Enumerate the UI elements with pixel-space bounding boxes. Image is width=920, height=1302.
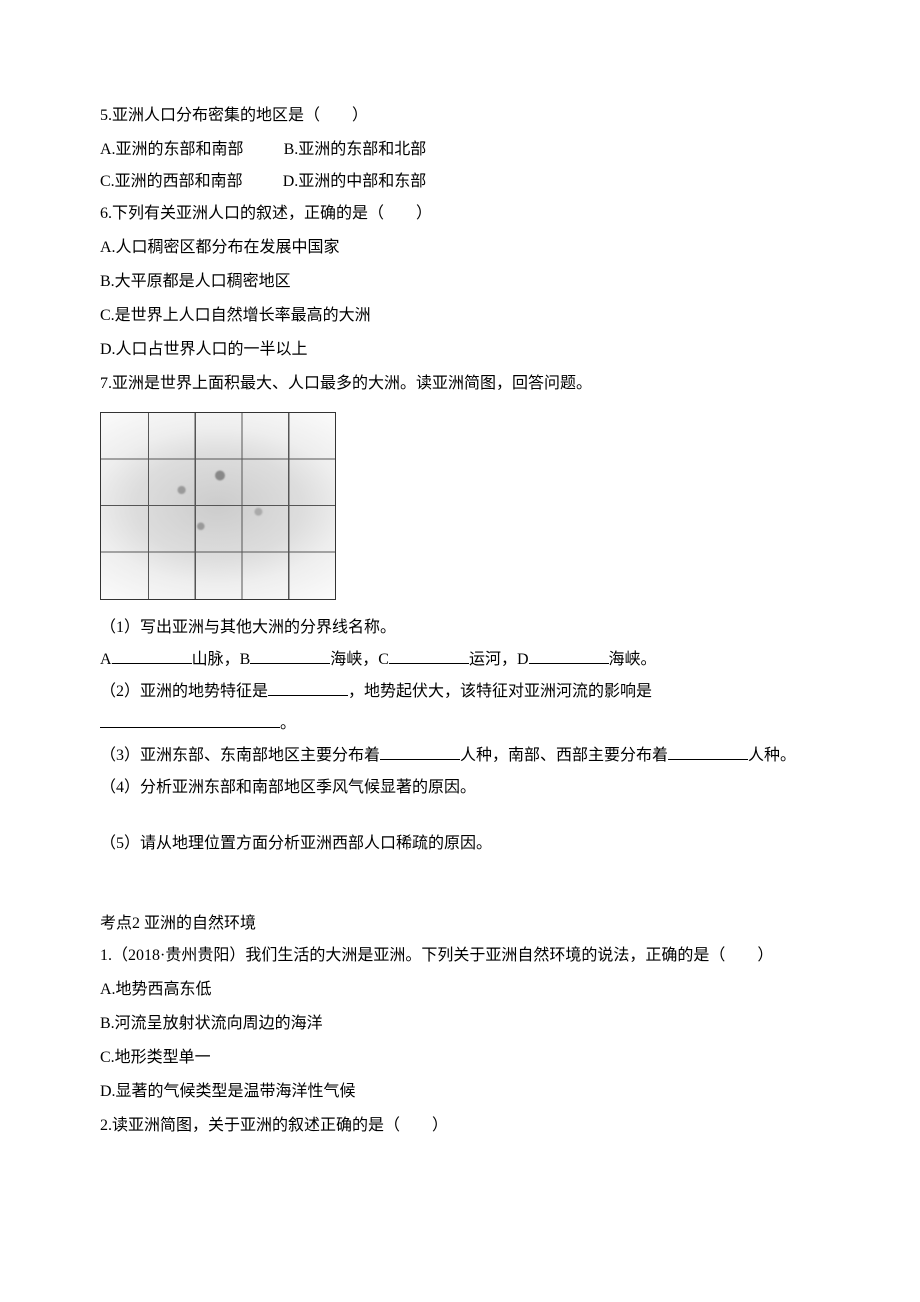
q7-sub2-post: 。 [280,715,296,732]
q7-sub1-a-pre: A [100,651,112,668]
q5-stem: 5.亚洲人口分布密集的地区是（ ） [100,100,820,132]
s2q1-stem: 1.（2018·贵州贵阳）我们生活的大洲是亚洲。下列关于亚洲自然环境的说法，正确… [100,940,820,972]
q7-sub1-intro: （1）写出亚洲与其他大洲的分界线名称。 [100,612,820,644]
section2-title: 考点2 亚洲的自然环境 [100,908,820,940]
q7-sub2-pre: （2）亚洲的地势特征是 [100,683,268,700]
q6-option-d: D.人口占世界人口的一半以上 [100,334,820,366]
blank-race2 [668,741,748,760]
q6-stem: 6.下列有关亚洲人口的叙述，正确的是（ ） [100,198,820,230]
q7-sub5: （5）请从地理位置方面分析亚洲西部人口稀疏的原因。 [100,828,820,860]
q7-sub2-mid: ，地势起伏大，该特征对亚洲河流的影响是 [348,683,652,700]
q7-sub3-pre: （3）亚洲东部、东南部地区主要分布着 [100,747,380,764]
q7-sub4: （4）分析亚洲东部和南部地区季风气候显著的原因。 [100,772,820,804]
q7-sub1-line: A 山脉，B 海峡，C 运河，D 海峡。 [100,644,820,676]
q5-options-row1: A.亚洲的东部和南部 B.亚洲的东部和北部 [100,134,820,166]
s2q1-option-d: D.显著的气候类型是温带海洋性气候 [100,1076,820,1108]
q5-option-a: A.亚洲的东部和南部 [100,134,244,166]
blank-terrain [268,677,348,696]
q5-options-row2: C.亚洲的西部和南部 D.亚洲的中部和东部 [100,166,820,198]
q5-option-d: D.亚洲的中部和东部 [283,166,427,198]
q7-sub1-d-post: 海峡。 [609,651,657,668]
q7-sub2-line: （2）亚洲的地势特征是 ，地势起伏大，该特征对亚洲河流的影响是。 [100,676,820,740]
blank-race1 [380,741,460,760]
q5-option-c: C.亚洲的西部和南部 [100,166,243,198]
blank-c [389,645,469,664]
q7-sub1-b-post: 海峡，C [330,651,389,668]
q7-sub1-a-post: 山脉，B [192,651,251,668]
asia-map-image [100,412,336,600]
q7-stem: 7.亚洲是世界上面积最大、人口最多的大洲。读亚洲简图，回答问题。 [100,368,820,400]
q5-option-b: B.亚洲的东部和北部 [284,134,427,166]
q6-option-c: C.是世界上人口自然增长率最高的大洲 [100,300,820,332]
s2q1-option-b: B.河流呈放射状流向周边的海洋 [100,1008,820,1040]
blank-river-effect [100,709,280,728]
s2q1-option-a: A.地势西高东低 [100,974,820,1006]
q7-sub3-mid: 人种，南部、西部主要分布着 [460,747,668,764]
blank-a [112,645,192,664]
answer-space-4 [100,804,820,828]
q7-sub3-post: 人种。 [748,747,796,764]
s2q2-stem: 2.读亚洲简图，关于亚洲的叙述正确的是（ ） [100,1110,820,1142]
q6-option-b: B.大平原都是人口稠密地区 [100,266,820,298]
q7-sub3-line: （3）亚洲东部、东南部地区主要分布着 人种，南部、西部主要分布着 人种。 [100,740,820,772]
answer-space-5 [100,860,820,884]
blank-d [529,645,609,664]
s2q1-option-c: C.地形类型单一 [100,1042,820,1074]
q6-option-a: A.人口稠密区都分布在发展中国家 [100,232,820,264]
blank-b [250,645,330,664]
q7-sub1-c-post: 运河，D [469,651,529,668]
